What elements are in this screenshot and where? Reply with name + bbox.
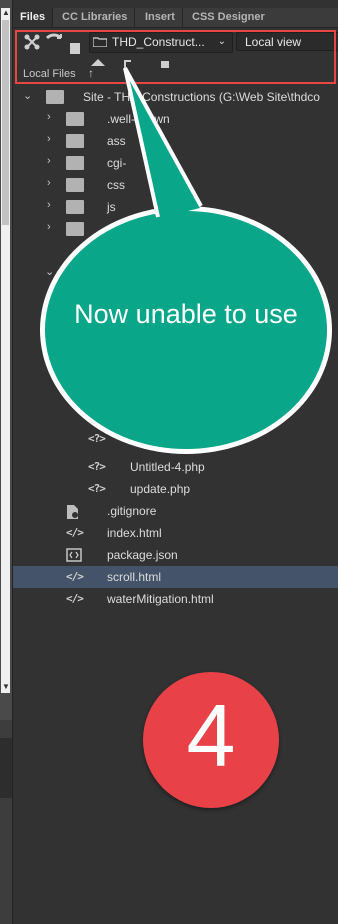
callout-text: Now unable to use [74,299,298,329]
step-number: 4 [186,686,236,785]
